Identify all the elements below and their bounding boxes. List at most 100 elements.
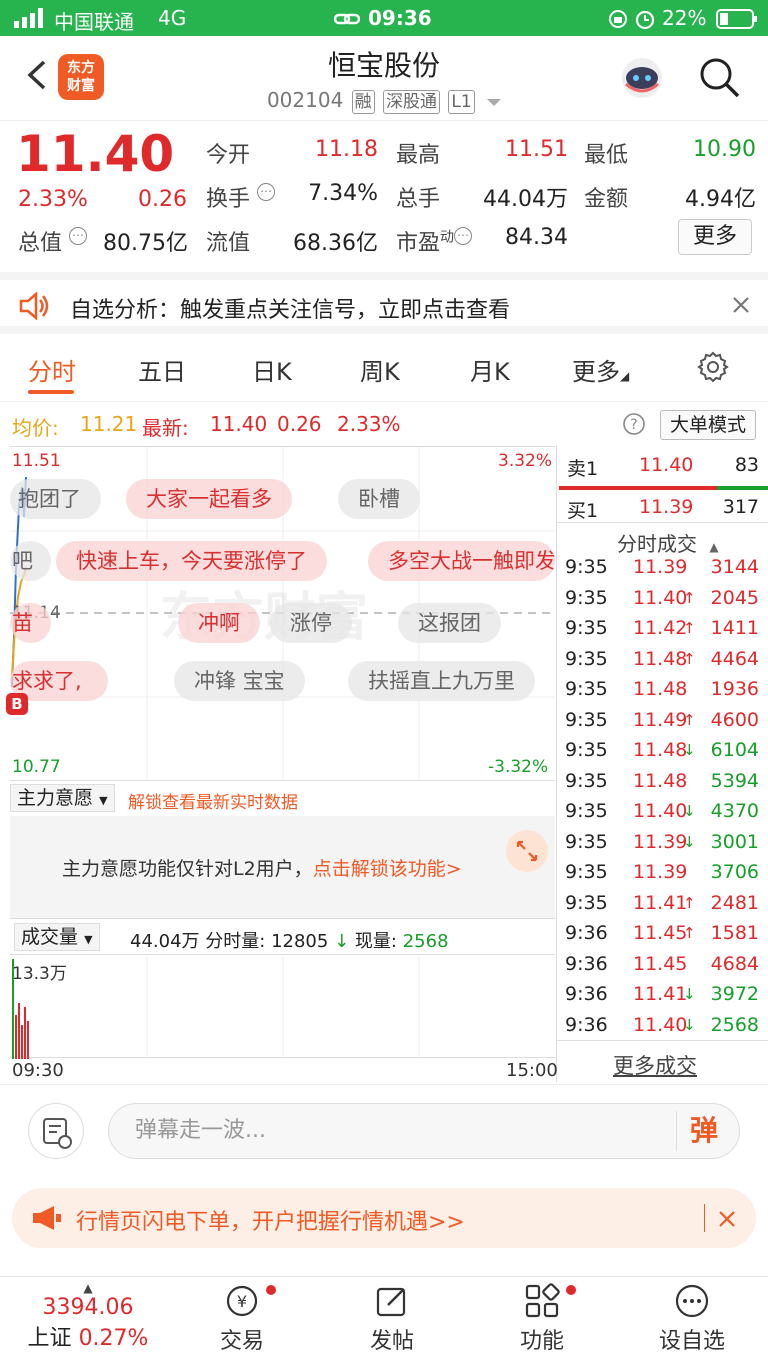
nav-post[interactable]: 发帖 bbox=[332, 1283, 452, 1355]
main-force-selector[interactable]: 主力意愿 ▼ bbox=[10, 784, 115, 812]
tab-intraday[interactable]: 分时 bbox=[28, 352, 76, 387]
danmu-input[interactable]: 弹幕走一波... bbox=[108, 1103, 740, 1159]
danmu-input-bar: 弹幕走一波... 弹 bbox=[0, 1084, 768, 1176]
link-icon bbox=[333, 9, 361, 33]
turnover-value: 7.34% bbox=[308, 181, 378, 206]
trade-time: 9:35 bbox=[565, 556, 608, 578]
robot-assistant-icon[interactable] bbox=[618, 54, 666, 102]
more-trades-link[interactable]: 更多成交 bbox=[613, 1050, 697, 1080]
nav-features[interactable]: 功能 bbox=[482, 1283, 602, 1355]
info-icon[interactable]: ⋯ bbox=[257, 183, 276, 201]
amount-value: 4.94亿 bbox=[685, 187, 756, 212]
high-label: 最高 bbox=[396, 143, 441, 168]
trade-volume: 2481 bbox=[710, 891, 759, 914]
clock-time: 09:36 bbox=[368, 6, 432, 30]
tab-weekly-k[interactable]: 周K bbox=[360, 352, 400, 387]
trade-price: 11.49 bbox=[633, 708, 688, 731]
divider bbox=[557, 522, 768, 523]
unlock-link[interactable]: 解锁查看最新实时数据 bbox=[128, 788, 298, 813]
trade-arrow: ↓ bbox=[683, 1015, 696, 1034]
lock-notice: 主力意愿功能仅针对L2用户，点击解锁该功能> bbox=[62, 858, 462, 880]
last-value: 11.40 bbox=[210, 412, 268, 436]
tab-monthly-k[interactable]: 月K bbox=[470, 352, 510, 387]
corner-triangle-icon: ◢ bbox=[620, 369, 630, 383]
time-start: 09:30 bbox=[12, 1060, 64, 1081]
divider bbox=[557, 1040, 768, 1041]
search-icon[interactable] bbox=[698, 56, 740, 98]
float-cap-value: 68.36亿 bbox=[293, 231, 378, 256]
main-force-lock-box[interactable]: 主力意愿功能仅针对L2用户，点击解锁该功能> bbox=[10, 816, 555, 918]
trade-volume: 2568 bbox=[710, 1013, 759, 1036]
trade-volume: 4684 bbox=[710, 952, 759, 975]
trade-price: 11.48 bbox=[633, 678, 688, 700]
trade-row: 9:36 11.45 ↑ 1581 bbox=[557, 920, 768, 950]
trade-volume: 1936 bbox=[710, 678, 759, 700]
more-quote-button[interactable]: 更多 bbox=[678, 219, 752, 255]
send-danmu-button[interactable]: 弹 bbox=[690, 1109, 718, 1149]
trade-time: 9:35 bbox=[565, 647, 608, 670]
gear-icon[interactable] bbox=[696, 350, 730, 384]
trade-row: 9:35 11.48 5394 bbox=[557, 768, 768, 798]
trade-row: 9:35 11.48 ↓ 6104 bbox=[557, 737, 768, 767]
trade-volume: 4464 bbox=[710, 647, 759, 670]
trade-arrow: ↑ bbox=[683, 649, 696, 668]
close-icon[interactable] bbox=[718, 1210, 736, 1232]
tab-five-day[interactable]: 五日 bbox=[138, 352, 186, 387]
more-dots-icon bbox=[675, 1284, 709, 1318]
svg-text:¥: ¥ bbox=[237, 1292, 247, 1311]
trade-row: 9:35 11.40 ↑ 2045 bbox=[557, 585, 768, 615]
trade-price: 11.39 bbox=[633, 556, 688, 578]
buy-marker[interactable]: B bbox=[6, 693, 28, 715]
trade-row: 9:36 11.45 4684 bbox=[557, 951, 768, 981]
low-label: 最低 bbox=[584, 143, 629, 168]
volume-selector[interactable]: 成交量 ▼ bbox=[14, 923, 100, 951]
nav-trade[interactable]: ¥ 交易 bbox=[182, 1283, 302, 1355]
tab-daily-k[interactable]: 日K bbox=[252, 352, 292, 387]
volume-header: 成交量 ▼ 44.04万 分时量: 12805 ↓ 现量: 2568 bbox=[10, 918, 555, 954]
turnover-label: 换手 ⋯ bbox=[206, 181, 276, 213]
volume-max: 13.3万 bbox=[12, 964, 67, 984]
trade-time: 9:35 bbox=[565, 769, 608, 792]
danmu-bubble: 抱团了 bbox=[10, 479, 101, 519]
trades-title[interactable]: 分时成交 ▲ bbox=[617, 528, 719, 557]
nav-add-watchlist[interactable]: 设自选 bbox=[632, 1283, 752, 1355]
trade-price: 11.40 bbox=[633, 800, 688, 822]
trade-volume: 3972 bbox=[710, 983, 759, 1005]
close-icon[interactable] bbox=[732, 296, 750, 318]
trade-row: 9:36 11.41 ↓ 3972 bbox=[557, 981, 768, 1011]
intraday-chart[interactable]: 东方财富 11.51 3.32% 11.14 10.77 -3.32% 抱团了 … bbox=[6, 446, 555, 782]
analysis-text: 自选分析：触发重点关注信号，立即点击查看 bbox=[70, 298, 511, 323]
trade-row: 9:35 11.42 ↑ 1411 bbox=[557, 615, 768, 645]
expand-icon[interactable] bbox=[506, 830, 548, 872]
trade-volume: 3706 bbox=[710, 861, 759, 883]
trade-row: 9:36 11.40 ↓ 2568 bbox=[557, 1012, 768, 1042]
volume-chart[interactable]: 13.3万 bbox=[10, 954, 555, 1059]
trade-volume: 3144 bbox=[710, 556, 759, 578]
promo-text: 行情页闪电下单，开户把握行情机遇>> bbox=[76, 1210, 465, 1235]
grid-icon bbox=[525, 1283, 560, 1318]
analysis-banner[interactable]: 自选分析：触发重点关注信号，立即点击查看 bbox=[0, 272, 768, 334]
danmu-bubble: 这报团 bbox=[398, 603, 501, 643]
battery-level: 22% bbox=[662, 6, 707, 30]
svg-text:?: ? bbox=[630, 417, 637, 433]
info-icon[interactable]: ⋯ bbox=[454, 227, 473, 245]
notification-dot bbox=[266, 1285, 276, 1295]
float-cap-label: 流值 bbox=[206, 231, 251, 256]
trade-price: 11.39 bbox=[633, 830, 688, 853]
caret-down-icon bbox=[487, 88, 502, 112]
tab-more[interactable]: 更多◢ bbox=[572, 352, 629, 387]
info-icon[interactable]: ⋯ bbox=[69, 227, 88, 245]
pe-label: 市盈动 ⋯ bbox=[396, 225, 473, 257]
help-icon[interactable]: ? bbox=[622, 412, 646, 441]
volume-value: 44.04万 bbox=[483, 187, 568, 212]
trade-row: 9:35 11.39 ↓ 3001 bbox=[557, 829, 768, 859]
promo-banner[interactable]: 行情页闪电下单，开户把握行情机遇>> bbox=[12, 1188, 756, 1248]
danmu-settings-icon[interactable] bbox=[28, 1103, 84, 1159]
bottom-nav: ▲ 3394.06 上证 0.27% ¥ 交易 发帖 功能 设自选 bbox=[0, 1276, 768, 1366]
big-order-mode-button[interactable]: 大单模式 bbox=[660, 410, 756, 440]
danmu-bubble: 快速上车，今天要涨停了 bbox=[56, 541, 327, 581]
danmu-bubble: 冲锋 宝宝 bbox=[174, 661, 305, 701]
tag-level: L1 bbox=[448, 90, 475, 114]
trade-row: 9:35 11.48 1936 bbox=[557, 676, 768, 706]
index-widget[interactable]: ▲ 3394.06 上证 0.27% bbox=[18, 1281, 158, 1352]
